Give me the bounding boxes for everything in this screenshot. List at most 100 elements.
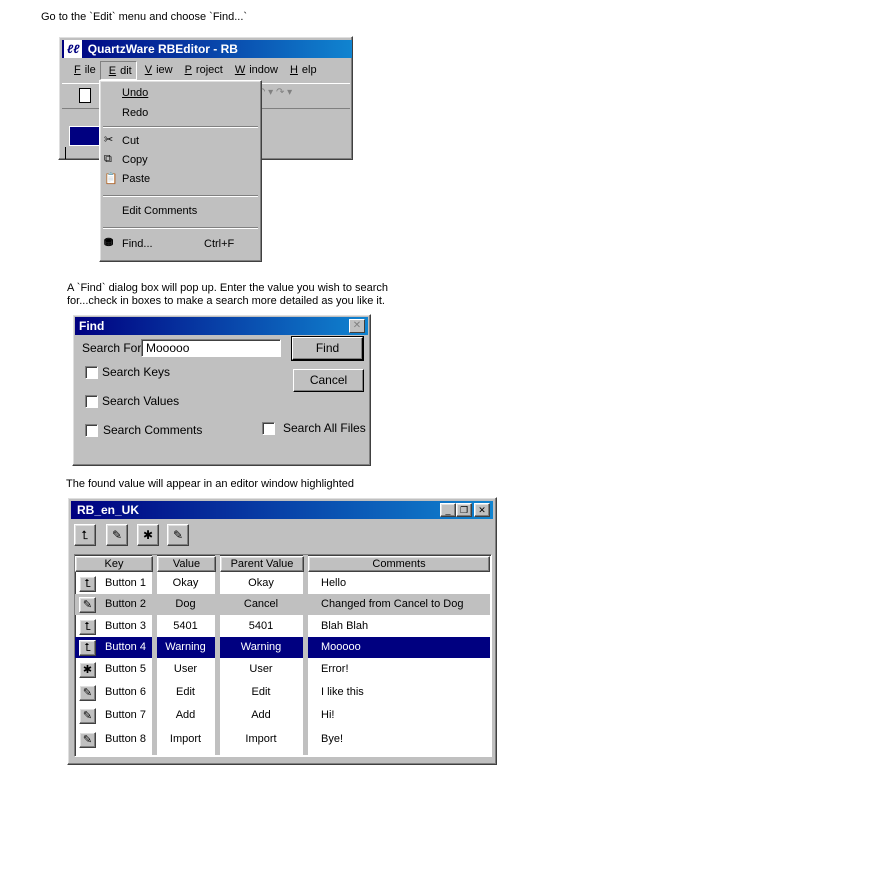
search-input[interactable]: Mooooo — [141, 339, 281, 357]
undo-arrow-icon[interactable]: ↶ ▾ ↷ ▾ — [257, 87, 292, 98]
close-icon[interactable]: ✕ — [349, 319, 365, 333]
cell-parent-value[interactable]: Add — [220, 705, 302, 725]
menu-view[interactable]: View — [137, 61, 177, 80]
cell-parent-value[interactable]: Okay — [220, 573, 302, 593]
window-title: QuartzWare RBEditor - RB — [87, 42, 238, 56]
new-document-icon[interactable] — [79, 88, 91, 103]
rb-window-titlebar: RB_en_UK — [71, 501, 493, 519]
menu-item-cut[interactable]: Cut — [122, 135, 139, 147]
restore-icon[interactable]: ❐ — [456, 503, 472, 517]
menubar: File Edit View Project Window Help — [66, 61, 321, 80]
caption-step2-line2: for...check in boxes to make a search mo… — [67, 295, 385, 307]
cell-comment[interactable]: Blah Blah — [321, 616, 368, 636]
column-header-value[interactable]: Value — [157, 556, 216, 572]
search-keys-checkbox[interactable] — [85, 366, 98, 379]
cell-parent-value[interactable]: 5401 — [220, 616, 302, 636]
menu-separator — [103, 126, 258, 128]
folder-up-icon: ⮤ — [79, 619, 96, 635]
folder-up-icon[interactable]: ⮤ — [74, 524, 96, 546]
search-comments-label: Search Comments — [103, 423, 203, 437]
cell-value[interactable]: 5401 — [157, 616, 214, 636]
cell-parent-value[interactable]: Import — [220, 729, 302, 749]
find-dialog: Find ✕ Search For: Mooooo Find Cancel Se… — [72, 314, 371, 466]
cell-parent-value[interactable]: Cancel — [220, 594, 302, 614]
cell-key[interactable]: Button 5 — [105, 659, 146, 679]
cell-value[interactable]: Dog — [157, 594, 214, 614]
menu-item-undo[interactable]: Undo — [122, 87, 148, 99]
app-logo: ℓℓ — [64, 40, 83, 58]
cell-key[interactable]: Button 1 — [105, 573, 146, 593]
binoculars-icon: ⛃ — [104, 237, 114, 249]
caption-step1: Go to the `Edit` menu and choose `Find..… — [41, 11, 248, 23]
column-header-parent-value[interactable]: Parent Value — [220, 556, 304, 572]
find-button[interactable]: Find — [291, 336, 364, 361]
search-values-label: Search Values — [102, 394, 180, 408]
cell-value[interactable]: User — [157, 659, 214, 679]
folder-new-icon: ✱ — [79, 662, 96, 678]
menu-item-redo[interactable]: Redo — [122, 107, 148, 119]
search-comments-checkbox[interactable] — [85, 424, 98, 437]
menu-help[interactable]: Help — [282, 61, 321, 80]
cell-comment[interactable]: Changed from Cancel to Dog — [321, 594, 463, 614]
column-header-comments[interactable]: Comments — [308, 556, 490, 572]
edit-icon: ✎ — [79, 597, 96, 613]
paste-icon: 📋 — [104, 173, 118, 185]
cell-value[interactable]: Add — [157, 705, 214, 725]
cell-parent-value[interactable]: Edit — [220, 682, 302, 702]
cell-key[interactable]: Button 4 — [105, 637, 146, 657]
cell-comment[interactable]: Bye! — [321, 729, 343, 749]
search-keys-label: Search Keys — [102, 365, 171, 379]
cell-key[interactable]: Button 2 — [105, 594, 146, 614]
cell-value[interactable]: Warning — [157, 637, 214, 657]
minimize-icon[interactable]: _ — [440, 503, 456, 517]
search-all-files-label: Search All Files — [283, 421, 366, 435]
cell-comment[interactable]: Hi! — [321, 705, 334, 725]
column-header-key[interactable]: Key — [75, 556, 153, 572]
close-icon[interactable]: ✕ — [474, 503, 490, 517]
cell-value[interactable]: Import — [157, 729, 214, 749]
menu-project[interactable]: Project — [177, 61, 227, 80]
cell-key[interactable]: Button 7 — [105, 705, 146, 725]
cell-key[interactable]: Button 8 — [105, 729, 146, 749]
menu-window[interactable]: Window — [227, 61, 282, 80]
child-window-body — [65, 147, 66, 159]
menu-item-paste[interactable]: Paste — [122, 173, 150, 185]
search-for-label: Search For: — [82, 341, 145, 355]
find-shortcut: Ctrl+F — [204, 238, 235, 250]
cell-comment[interactable]: Hello — [321, 573, 346, 593]
child-window-titlebar — [69, 126, 101, 146]
edit-icon: ✎ — [79, 732, 96, 748]
cell-key[interactable]: Button 3 — [105, 616, 146, 636]
dialog-title: Find — [79, 319, 105, 333]
rb-window-title: RB_en_UK — [77, 503, 140, 517]
cell-comment[interactable]: Error! — [321, 659, 349, 679]
copy-icon: ⧉ — [104, 153, 112, 165]
menu-separator — [103, 227, 258, 229]
window-titlebar: ℓℓ QuartzWare RBEditor - RB — [62, 40, 352, 58]
edit-icon: ✎ — [79, 685, 96, 701]
menu-separator — [103, 195, 258, 197]
cancel-button[interactable]: Cancel — [293, 369, 364, 392]
cell-value[interactable]: Okay — [157, 573, 214, 593]
cell-value[interactable]: Edit — [157, 682, 214, 702]
menu-edit[interactable]: Edit — [99, 61, 137, 80]
search-values-checkbox[interactable] — [85, 395, 98, 408]
cell-parent-value[interactable]: Warning — [220, 637, 302, 657]
edit-icon[interactable]: ✎ — [106, 524, 128, 546]
cell-comment[interactable]: I like this — [321, 682, 364, 702]
dialog-titlebar: Find — [75, 317, 368, 335]
caption-step2-line1: A `Find` dialog box will pop up. Enter t… — [67, 282, 389, 294]
folder-up-icon: ⮤ — [79, 576, 96, 592]
edit-icon: ✎ — [79, 708, 96, 724]
menu-item-copy[interactable]: Copy — [122, 154, 148, 166]
cell-comment[interactable]: Mooooo — [321, 637, 361, 657]
caption-step3: The found value will appear in an editor… — [66, 478, 355, 490]
cell-parent-value[interactable]: User — [220, 659, 302, 679]
menu-file[interactable]: File — [66, 61, 100, 80]
search-all-files-checkbox[interactable] — [262, 422, 275, 435]
folder-new-icon[interactable]: ✱ — [137, 524, 159, 546]
cell-key[interactable]: Button 6 — [105, 682, 146, 702]
edit-icon[interactable]: ✎ — [167, 524, 189, 546]
menu-item-edit-comments[interactable]: Edit Comments — [122, 205, 197, 217]
menu-item-find[interactable]: Find... — [122, 238, 153, 250]
